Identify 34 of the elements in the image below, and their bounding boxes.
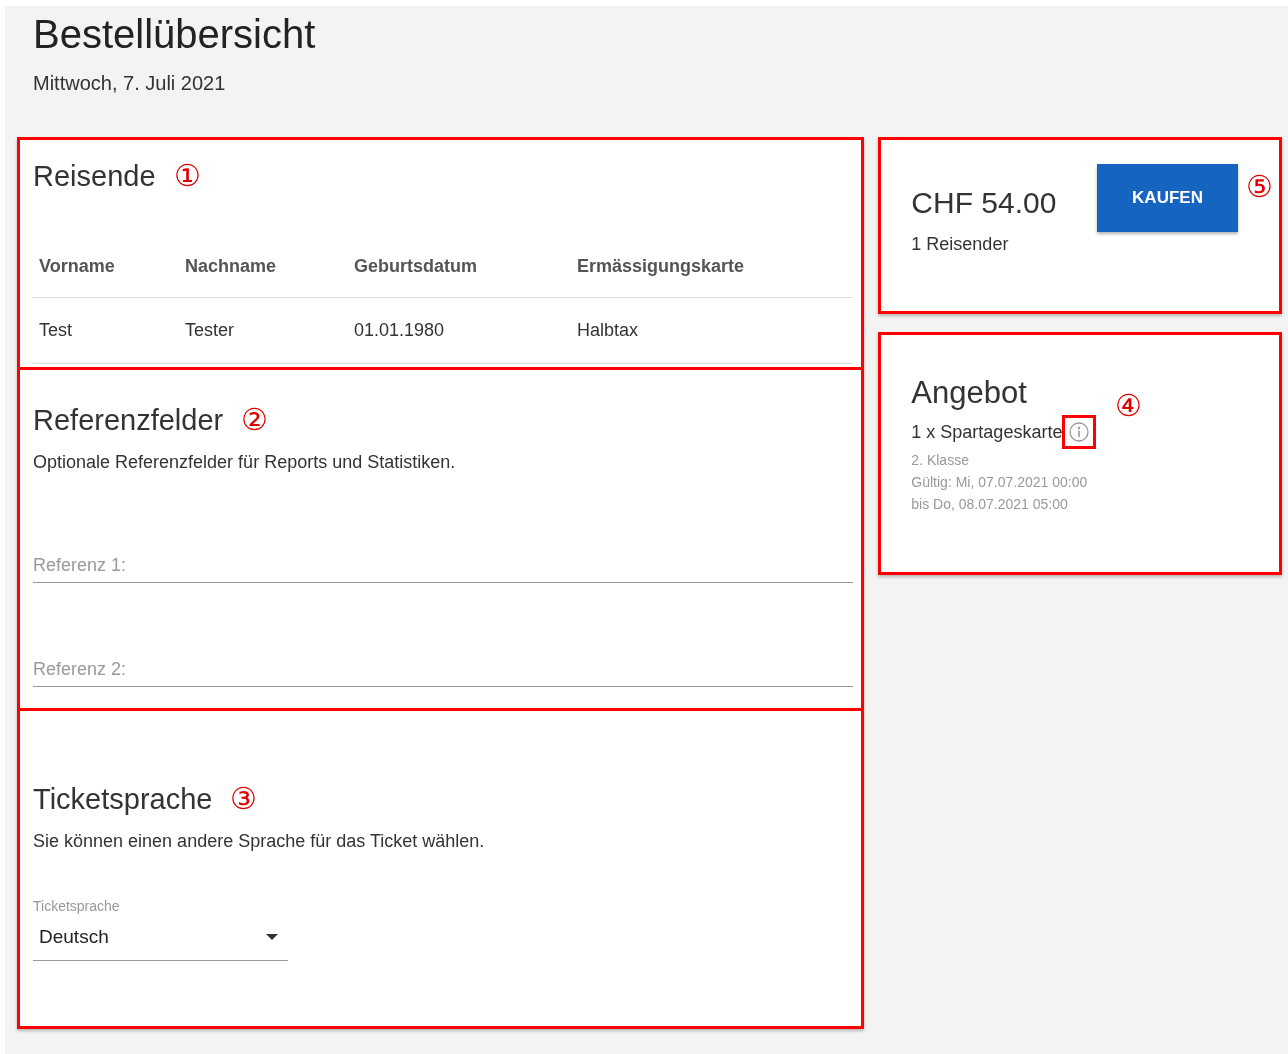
column-header: Geburtsdatum bbox=[354, 256, 478, 277]
description-text: Optionale Referenzfelder für Reports und Statistiken. bbox=[33, 452, 457, 473]
field-label: Ticketsprache bbox=[33, 898, 121, 914]
section-title: Referenzfelder bbox=[33, 403, 224, 437]
detail-text: bis Do, 08.07.2021 05:00 bbox=[911, 495, 1069, 514]
input-field[interactable]: Referenz 1: bbox=[33, 549, 854, 583]
column-header: Nachname bbox=[185, 256, 278, 277]
section-title: Ticketsprache bbox=[33, 782, 213, 816]
annotation-number: ③ bbox=[230, 784, 258, 814]
page-title: Bestellübersicht bbox=[33, 11, 317, 58]
buy-button[interactable]: KAUFEN bbox=[1097, 164, 1238, 232]
table-cell-text: Test bbox=[39, 320, 73, 341]
annotation-number: ① bbox=[173, 161, 201, 191]
section-title: Angebot bbox=[911, 375, 1027, 411]
language-select[interactable]: Deutsch bbox=[33, 920, 288, 961]
table-cell-text: 01.01.1980 bbox=[354, 320, 446, 341]
detail-text: 2. Klasse bbox=[911, 451, 970, 470]
column-header: Vorname bbox=[39, 256, 116, 277]
annotation-number: ④ bbox=[1114, 391, 1142, 421]
column-header: Ermässigungskarte bbox=[577, 256, 746, 277]
product-text: 1 x Spartageskarte bbox=[911, 421, 1063, 443]
detail-text: Gültig: Mi, 07.07.2021 00:00 bbox=[911, 473, 1089, 492]
price-text: CHF 54.00 bbox=[911, 186, 1058, 220]
table-cell-text: Halbtax bbox=[577, 320, 640, 341]
annotation-number: ⑤ bbox=[1246, 172, 1273, 202]
section-title: Reisende bbox=[33, 159, 156, 193]
input-field[interactable]: Referenz 2: bbox=[33, 653, 854, 687]
date-text: Mittwoch, 7. Juli 2021 bbox=[33, 72, 227, 95]
traveller-count: 1 Reisender bbox=[911, 234, 1010, 255]
description-text: Sie können einen andere Sprache für das Ticket wählen. bbox=[33, 831, 486, 852]
caret-icon bbox=[266, 934, 278, 940]
annotation-number: ② bbox=[241, 405, 269, 435]
table-cell-text: Tester bbox=[185, 320, 236, 341]
info-icon[interactable] bbox=[1069, 422, 1090, 442]
